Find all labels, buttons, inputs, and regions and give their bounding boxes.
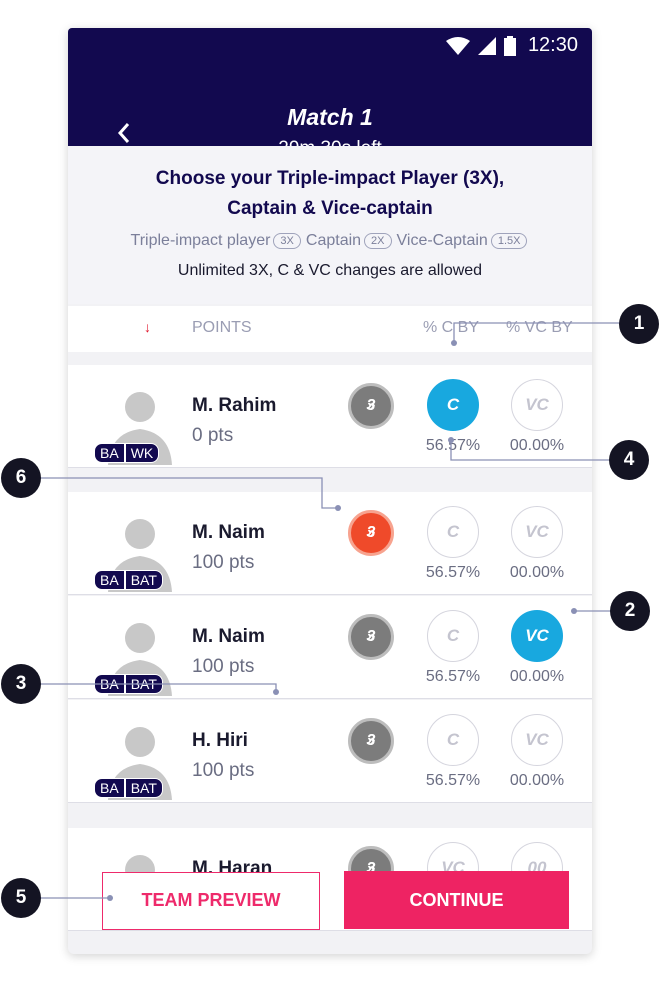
- callout-1: 1: [619, 304, 659, 344]
- callout-6: 6: [1, 458, 41, 498]
- callout-leader-lines: [40, 322, 620, 901]
- callout-4: 4: [609, 440, 649, 480]
- callout-2: 2: [610, 591, 650, 631]
- callout-3: 3: [1, 664, 41, 704]
- callout-5: 5: [1, 878, 41, 918]
